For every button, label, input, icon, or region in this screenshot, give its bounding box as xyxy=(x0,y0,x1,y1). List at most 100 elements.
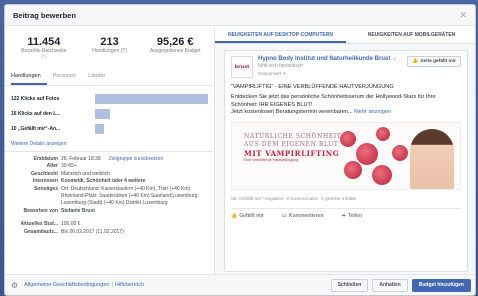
detail-value: Ort: Deutschland: Kaiserslautern (+40 Km… xyxy=(61,185,199,207)
stat-label: Handlungen (?) xyxy=(92,48,127,54)
stat-budget-spent: 95,26 € Ausgegebenes Budget xyxy=(142,36,208,59)
action-label: 16 Klicks auf den L... xyxy=(11,110,61,117)
like-action[interactable]: 👍 Gefällt mir xyxy=(231,213,264,219)
footer-links: Allgemeine Geschäftsbedingungen | Hilfeber… xyxy=(24,282,327,288)
thumbs-up-icon: 👍 xyxy=(231,212,238,219)
actions-bar-list: 122 Klicks auf Fotos 16 Klicks auf den L… xyxy=(5,86,214,135)
feeling-label: fühlt sich fantastisch xyxy=(258,63,304,69)
promote-post-dialog: Beitrag bewerben ✕ 11.454 Bezahlte Reich… xyxy=(4,4,476,296)
detail-value: 100,00 € xyxy=(61,221,81,228)
detail-duration: Gesamtlaufz... Bis 26.02.2017 (11.02.201… xyxy=(11,229,208,236)
ad-headline-accent: MIT VAMPIRLIFTING xyxy=(244,148,340,158)
terms-link[interactable]: Allgemeine Geschäftsbedingungen xyxy=(24,282,109,288)
promotion-details: Enddatum 26. Februar 18:38 Zielgruppe zur… xyxy=(5,151,214,236)
more-details-link[interactable]: Weitere Details anzeigen xyxy=(5,135,214,151)
tab-desktop-newsfeed[interactable]: NEUIGKEITEN AUF DESKTOP-COMPUTERN xyxy=(215,26,346,43)
ad-subline: Eine verblüffende Hautverjüngung xyxy=(244,157,299,162)
page-logo[interactable]: brust xyxy=(231,56,253,78)
bar-track xyxy=(95,108,208,119)
ad-headline: AUS DEM EIGENEN BLUT xyxy=(244,140,339,148)
blood-cell-graphic xyxy=(372,164,392,185)
detail-label: Enddatum xyxy=(33,156,58,162)
tab-countries[interactable]: Länder xyxy=(88,71,111,85)
ad-image[interactable]: NATÜRLICHE SCHÖNHEIT AUS DEM EIGENEN BLU… xyxy=(231,121,461,190)
post-preview: brust Hypno Body Institut und Naturheilk… xyxy=(224,50,468,272)
reset-audience-link[interactable]: Zielgruppe zurücksetzen xyxy=(109,156,163,162)
preview-tabs: NEUIGKEITEN AUF DESKTOP-COMPUTERN NEUIGK… xyxy=(215,26,475,44)
detail-label: Aktuelles Bud... xyxy=(20,221,58,228)
detail-value: Männlich und weiblich xyxy=(61,170,110,177)
blood-cell-graphic xyxy=(340,130,356,147)
stat-value: 213 xyxy=(100,36,119,48)
tab-mobile-newsfeed[interactable]: NEUIGKEITEN AUF MOBILGERÄTEN xyxy=(346,26,475,43)
detail-gender: Geschlecht Männlich und weiblich xyxy=(11,171,208,178)
like-page-label: Seite gefällt mir xyxy=(420,59,456,64)
detail-value-wrap: 26. Februar 18:38 Zielgruppe zurücksetzen xyxy=(61,156,208,163)
stat-label: Ausgegebenes Budget xyxy=(149,48,201,54)
sponsored-label: Gesponsert xyxy=(258,71,282,76)
post-headline: "VAMPIRLIFTIG" - EINE VERBLÜFFENDE HAUTV… xyxy=(231,84,394,90)
like-page-button[interactable]: 👍 Seite gefällt mir xyxy=(407,56,461,67)
results-tabs: Handlungen Personen Länder xyxy=(5,65,214,86)
detail-budget: Aktuelles Bud... 100,00 € xyxy=(11,221,208,228)
post-text: "VAMPIRLIFTIG" - EINE VERBLÜFFENDE HAUTV… xyxy=(225,78,467,117)
stop-button[interactable]: Anhalten xyxy=(372,278,408,292)
detail-label: Gesamtlaufz... xyxy=(24,228,58,235)
post-paragraph: Entdecken Sie jetzt das persönliche Schö… xyxy=(231,94,436,108)
detail-value: Kosmetik, Schönheit oder 4 weitere xyxy=(61,178,146,185)
action-bar xyxy=(95,93,208,104)
close-icon[interactable]: ✕ xyxy=(459,10,467,21)
detail-value: Stefanie Brust xyxy=(61,207,95,214)
tab-people[interactable]: Personen xyxy=(53,71,83,85)
detail-promoted-by: Beworben von Stefanie Brust xyxy=(11,208,208,215)
share-action[interactable]: ➦ Teilen xyxy=(342,213,362,219)
likes-count[interactable]: 59 „Gefällt mir“-Angaben xyxy=(231,197,284,202)
detail-other: Sonstiges Ort: Deutschland: Kaiserslaute… xyxy=(11,186,208,208)
comment-icon: ▭ xyxy=(281,212,287,219)
detail-value: 26. Februar 18:38 xyxy=(61,156,101,162)
dialog-header: Beitrag bewerben ✕ xyxy=(5,5,475,26)
help-icon[interactable]: (?) xyxy=(11,54,77,59)
page-name-link[interactable]: Hypno Body Institut und Naturheilkunde B… xyxy=(258,56,390,62)
tab-actions[interactable]: Handlungen xyxy=(11,71,47,85)
detail-interests: Interessen Kosmetik, Schönheit oder 4 we… xyxy=(11,178,208,185)
post-paragraph: Jetzt kostenlosen Beratungstermin verein… xyxy=(231,109,353,116)
stat-actions: 213 Handlungen (?) xyxy=(77,36,143,59)
thumbs-up-icon: 👍 xyxy=(412,59,419,64)
action-bar xyxy=(95,108,110,119)
increase-budget-button[interactable]: Budget hinzufügen xyxy=(411,278,471,292)
detail-end-date: Enddatum 26. Februar 18:38 Zielgruppe zur… xyxy=(11,156,208,163)
smiley-icon: ☺ xyxy=(392,56,398,62)
post-header: brust Hypno Body Institut und Naturheilk… xyxy=(225,51,467,78)
action-row: 16 Klicks auf den L... xyxy=(11,107,208,120)
detail-label: Geschlecht xyxy=(31,170,58,177)
share-icon: ➦ xyxy=(341,212,346,219)
detail-age: Alter 30-65+ xyxy=(11,163,208,170)
action-row: 10 „Gefällt mir“-An... xyxy=(11,122,208,135)
detail-label: Beworben von xyxy=(23,207,58,214)
results-panel: 11.454 Bezahlte Reichweite (?) 213 Handl… xyxy=(5,26,215,276)
gear-icon[interactable]: ⚙ xyxy=(11,281,18,290)
ad-headline: NATÜRLICHE SCHÖNHEIT xyxy=(244,132,342,140)
detail-label: Interessen xyxy=(32,178,58,185)
comment-action-label: Kommentieren xyxy=(288,212,324,219)
comments-count[interactable]: 9 Kommentare xyxy=(287,197,318,202)
detail-label: Alter xyxy=(46,163,58,170)
sponsored-row: Gesponsert ✦ xyxy=(258,70,407,77)
detail-value: Bis 26.02.2017 (11.02.2017) xyxy=(61,228,124,235)
blood-cell-graphic xyxy=(392,144,408,161)
stat-value: 11.454 xyxy=(27,36,61,48)
detail-value: 30-65+ xyxy=(61,163,77,170)
comment-action[interactable]: ▭ Kommentieren xyxy=(282,213,324,219)
see-more-link[interactable]: Mehr anzeigen xyxy=(354,109,391,115)
detail-label: Sonstiges xyxy=(34,185,58,192)
dialog-title: Beitrag bewerben xyxy=(13,10,76,20)
woman-portrait xyxy=(410,128,454,189)
close-button[interactable]: Schließen xyxy=(330,278,369,292)
bar-track xyxy=(95,123,208,134)
help-center-link[interactable]: Hilfebereich xyxy=(115,282,144,288)
action-row: 122 Klicks auf Fotos xyxy=(11,92,208,105)
blood-cell-graphic xyxy=(344,160,362,179)
shares-count[interactable]: 2 geteilte Inhalte xyxy=(321,197,356,202)
stats-row: 11.454 Bezahlte Reichweite (?) 213 Handl… xyxy=(5,26,214,63)
